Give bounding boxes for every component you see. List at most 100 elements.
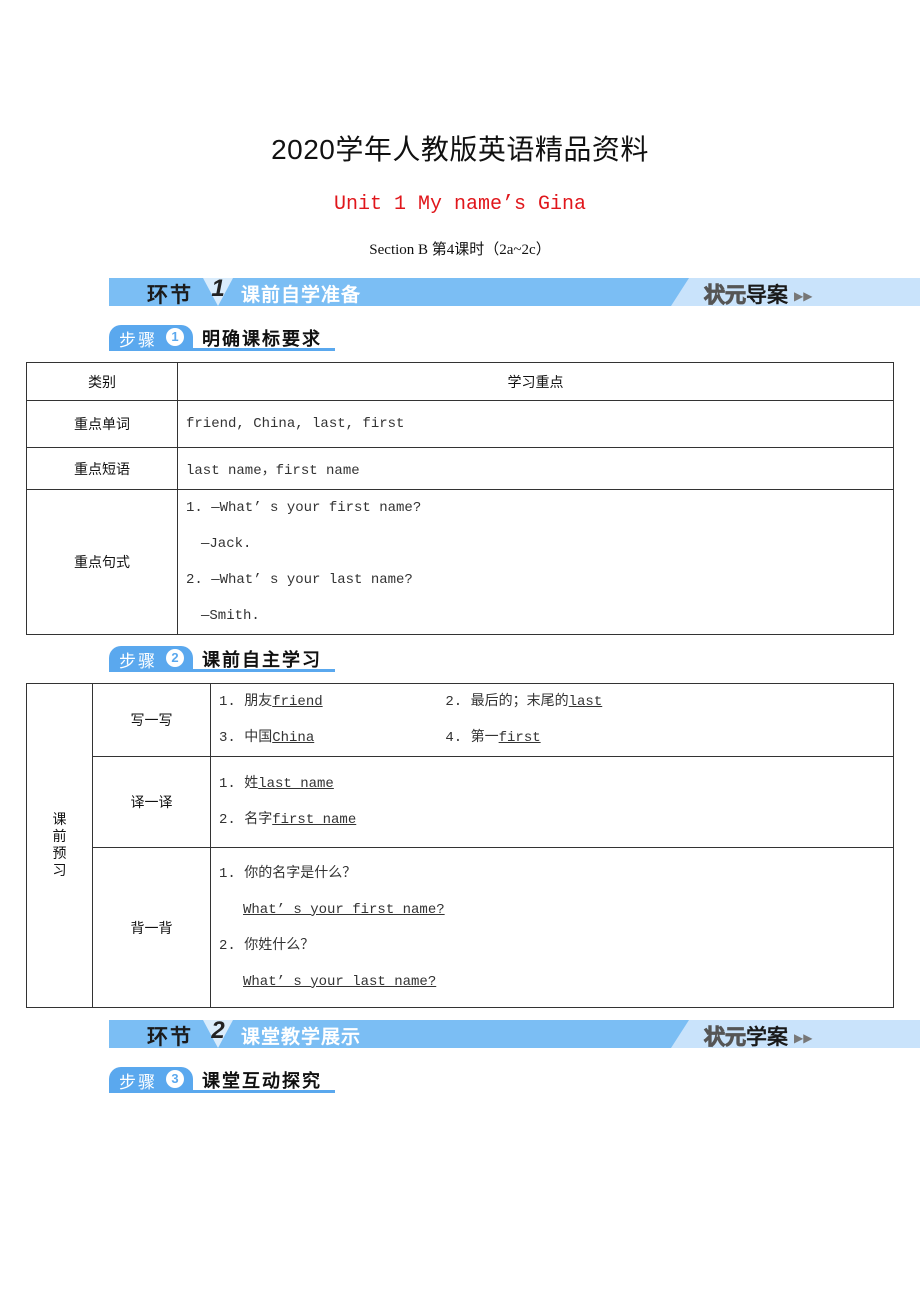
table-row: 重点短语 last name，first name [26, 447, 894, 490]
row-label: 背一背 [92, 847, 211, 1008]
exercise-item: 4. 第一first [445, 730, 546, 746]
item-number: 2. [219, 812, 236, 828]
banner-label: 环节 [147, 282, 193, 307]
item-number: 3. [219, 730, 236, 746]
step-label: 步骤 [119, 1073, 157, 1093]
item-number: 4. [445, 730, 463, 746]
unit-title: Unit 1 My name’s Gina [333, 193, 587, 216]
step-header-2: 步骤 2 课前自主学习 [109, 646, 335, 672]
sentence-line: —Jack. [201, 536, 252, 552]
column-header-focus: 学习重点 [177, 362, 894, 401]
banner-number: 2 [211, 1017, 225, 1044]
sentence-line: —Smith. [201, 608, 260, 624]
item-prompt: 中国 [244, 730, 273, 746]
exercise-item: 1. 姓last name [219, 766, 893, 802]
item-prompt: 朋友 [244, 694, 273, 710]
item-number: 1. [219, 776, 236, 792]
row-value: friend, China, last, first [177, 400, 894, 448]
double-arrow-icon: ▶▶ [794, 289, 813, 303]
banner-left-band [109, 278, 689, 306]
item-number: 2. [219, 937, 236, 954]
item-prompt: 姓 [244, 776, 259, 792]
step-title: 课前自主学习 [202, 650, 322, 671]
section-subtitle: Section B 第4课时（2a~2c） [369, 242, 551, 258]
step-label: 步骤 [119, 652, 157, 672]
row-category: 重点短语 [26, 447, 178, 490]
answer-blank: first [498, 730, 541, 746]
double-arrow-icon: ▶▶ [794, 1031, 813, 1045]
write-exercise: 1. 朋友friend 2. 最后的；末尾的last 3. 中国China 4.… [210, 683, 894, 757]
banner-brand: 状元导案 ▶▶ [704, 279, 813, 309]
step-pill: 步骤 2 [109, 646, 193, 672]
step-number-circle: 1 [166, 328, 184, 346]
brand-outline-text: 状元 [704, 1025, 747, 1050]
step-pill: 步骤 3 [109, 1067, 193, 1093]
step-pill: 步骤 1 [109, 325, 193, 351]
item-prompt: 最后的；末尾的 [470, 694, 569, 710]
row-label: 写一写 [92, 683, 211, 757]
item-prompt: 名字 [244, 812, 273, 828]
step-title: 课堂互动探究 [202, 1071, 322, 1092]
step-label: 步骤 [119, 331, 157, 351]
banner-label: 环节 [147, 1024, 193, 1049]
item-prompt: 你的名字是什么？ [244, 865, 357, 882]
item-number: 1. [219, 865, 236, 882]
stage-banner-1: 环节 1 课前自学准备 状元导案 ▶▶ [109, 275, 920, 309]
step-title: 明确课标要求 [202, 329, 322, 350]
answer-blank: last [568, 694, 603, 710]
document-title: 2020学年人教版英语精品资料 [271, 134, 649, 165]
table-header-row: 类别 学习重点 [26, 362, 894, 401]
answer-blank: China [272, 730, 315, 746]
recite-exercise: 1. 你的名字是什么？ What’ s your first name? 2. … [210, 847, 894, 1008]
table-row: 重点句式 1. —What’ s your first name? —Jack.… [26, 489, 894, 635]
table-row: 重点单词 friend, China, last, first [26, 400, 894, 448]
table-row-recite: 背一背 1. 你的名字是什么？ What’ s your first name?… [27, 847, 894, 1008]
item-number: 1. [219, 694, 236, 710]
sentence-line: 1. —What’ s your first name? [186, 500, 422, 516]
banner-title: 课堂教学展示 [241, 1026, 362, 1048]
column-header-category: 类别 [26, 362, 178, 401]
exercise-item: 1. 朋友friend [219, 684, 437, 720]
row-sentences: 1. —What’ s your first name? —Jack. 2. —… [177, 489, 894, 635]
brand-bold-text: 学案 [746, 1025, 788, 1049]
banner-left-band [109, 1020, 689, 1048]
row-value: last name，first name [177, 447, 894, 490]
exercise-item: 2. 你姓什么？ [219, 928, 893, 964]
exercise-item: 3. 中国China [219, 720, 437, 756]
exercise-line: 3. 中国China 4. 第一first [219, 720, 893, 756]
answer-line: What’ s your last name? [219, 964, 893, 1000]
banner-brand: 状元学案 ▶▶ [704, 1021, 813, 1051]
exercise-item: 2. 名字first name [219, 802, 893, 838]
row-category: 重点单词 [26, 400, 178, 448]
exercise-item: 1. 你的名字是什么？ [219, 856, 893, 892]
answer-blank: friend [272, 694, 323, 710]
side-label-cell: 课前预习 [26, 683, 93, 1008]
answer-blank: first name [272, 812, 357, 828]
item-prompt: 第一 [470, 730, 499, 746]
exercise-line: 1. 朋友friend 2. 最后的；末尾的last [219, 684, 893, 720]
answer-blank: last name [258, 776, 334, 792]
item-number: 2. [445, 694, 463, 710]
item-prompt: 你姓什么？ [244, 937, 315, 954]
table-row-write: 课前预习 写一写 1. 朋友friend 2. 最后的；末尾的last 3. 中… [26, 683, 894, 1008]
banner-number: 1 [211, 275, 225, 302]
brand-outline-text: 状元 [704, 283, 747, 308]
exercise-item: 2. 最后的；末尾的last [445, 694, 608, 710]
brand-bold-text: 导案 [746, 283, 788, 307]
stage-banner-2: 环节 2 课堂教学展示 状元学案 ▶▶ [109, 1017, 920, 1051]
step-header-1: 步骤 1 明确课标要求 [109, 325, 335, 351]
step-number-circle: 2 [166, 649, 184, 667]
banner-title: 课前自学准备 [241, 284, 362, 306]
table-row-translate: 译一译 1. 姓last name 2. 名字first name [27, 756, 894, 848]
preview-table: 课前预习 写一写 1. 朋友friend 2. 最后的；末尾的last 3. 中… [26, 683, 894, 1008]
side-label: 课前预习 [52, 811, 67, 879]
answer-blank: What’ s your last name? [243, 973, 437, 990]
row-category: 重点句式 [26, 489, 178, 635]
objectives-table: 类别 学习重点 重点单词 friend, China, last, first … [26, 362, 894, 635]
answer-blank: What’ s your first name? [243, 901, 445, 918]
step-number-circle: 3 [166, 1070, 184, 1088]
answer-line: What’ s your first name? [219, 892, 893, 928]
row-label: 译一译 [92, 756, 211, 848]
step-header-3: 步骤 3 课堂互动探究 [109, 1067, 335, 1093]
sentence-line: 2. —What’ s your last name? [186, 572, 413, 588]
